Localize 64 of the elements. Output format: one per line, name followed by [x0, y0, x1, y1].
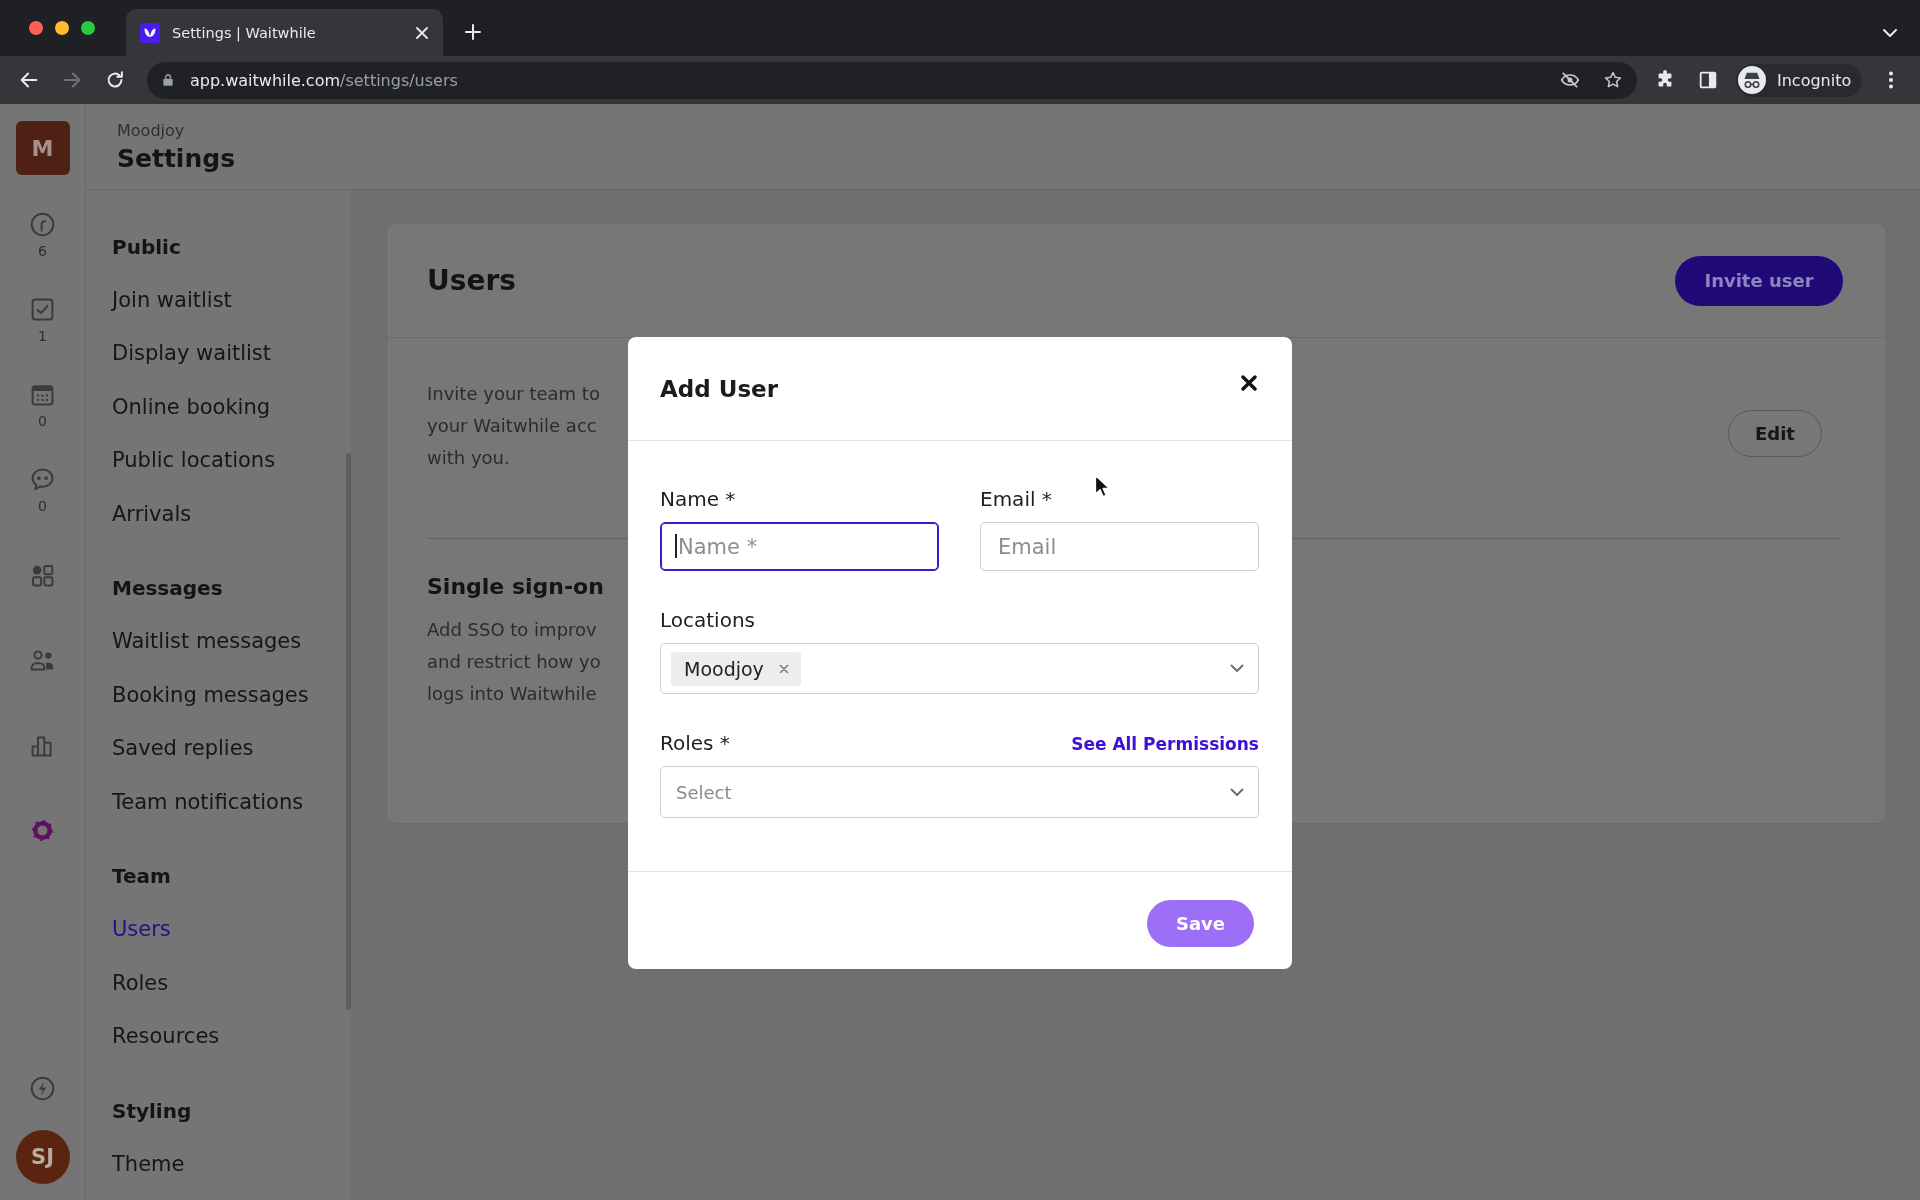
section-heading: Messages [112, 576, 223, 601]
settings-nav-item[interactable]: Online booking [112, 394, 271, 419]
window-minimize-icon[interactable] [55, 21, 69, 35]
logo-icon [140, 22, 160, 43]
section-heading: Team [112, 864, 171, 888]
clock-icon[interactable] [29, 211, 56, 238]
settings-nav-item[interactable]: Public locations [112, 448, 276, 473]
url-text: app.waitwhile.com/settings/users [190, 70, 458, 90]
grid-icon[interactable] [29, 562, 56, 589]
settings-nav-item[interactable]: Waitlist messages [112, 629, 302, 654]
settings-nav-item[interactable]: Users [112, 917, 171, 942]
settings-nav-item[interactable]: Roles [112, 970, 169, 995]
window-maximize-icon[interactable] [81, 21, 95, 35]
lightning-icon[interactable] [29, 1075, 56, 1102]
item-count: 1 [38, 327, 47, 345]
account-avatar[interactable]: M [15, 121, 70, 175]
section-heading: Styling [112, 1098, 192, 1123]
window-close-icon[interactable] [29, 21, 43, 35]
checkbox-icon[interactable] [29, 296, 56, 323]
item-count: 0 [38, 497, 47, 515]
side-panel-icon[interactable] [1697, 69, 1719, 91]
settings-nav-item[interactable]: Team notifications [112, 789, 304, 814]
star-icon[interactable] [1603, 70, 1623, 90]
selected-chip[interactable]: Moodjoy [671, 651, 801, 686]
field-label: Name * [660, 487, 736, 511]
item-count: 0 [38, 412, 47, 430]
dropdown-field[interactable]: Select [660, 766, 1259, 818]
lock-icon [161, 73, 175, 87]
settings-nav-item[interactable]: Booking messages [112, 682, 309, 707]
remove-icon[interactable] [778, 663, 789, 674]
settings-nav-item[interactable]: Saved replies [112, 736, 254, 761]
gear-icon[interactable] [29, 817, 56, 844]
modal-title: Add User [660, 375, 779, 402]
settings-nav-item[interactable]: Arrivals [112, 501, 192, 526]
incognito-icon [1738, 66, 1766, 94]
text-cursor-icon [675, 534, 677, 558]
invite-user-button[interactable]: Invite user [1675, 255, 1843, 306]
settings-nav-item[interactable]: Display waitlist [112, 341, 272, 366]
section-description: Invite your team to your Waitwhile acc with you. [427, 382, 600, 470]
chat-icon[interactable] [29, 466, 56, 493]
multi-select-field[interactable]: Moodjoy [660, 643, 1259, 694]
plus-icon[interactable] [465, 24, 481, 40]
section-description: Add SSO to improv and restrict how yo logs into Waitwhile [427, 618, 601, 706]
settings-nav-item[interactable]: Theme [112, 1151, 185, 1176]
profile-button[interactable]: Incognito [1736, 63, 1862, 97]
item-count: 6 [38, 242, 47, 260]
section-title: Single sign-on [427, 573, 604, 601]
card-title: Users [427, 264, 516, 297]
settings-nav-item[interactable]: Resources [112, 1024, 220, 1049]
field-label: Email * [980, 487, 1052, 511]
permissions-link[interactable]: See All Permissions [1071, 734, 1259, 754]
eye-slash-icon[interactable] [1560, 70, 1580, 90]
field-label: Locations [660, 608, 755, 632]
settings-nav-item[interactable]: Join waitlist [112, 288, 232, 313]
text-input-field[interactable]: Name * [660, 522, 939, 571]
user-avatar[interactable]: SJ [15, 1130, 70, 1184]
close-icon[interactable] [1241, 374, 1257, 391]
page-title: Settings [117, 144, 235, 174]
organization-name: Moodjoy [117, 122, 185, 140]
tab-title: Settings | Waitwhile [172, 24, 316, 41]
browser-tab[interactable]: Settings | Waitwhile [126, 9, 443, 56]
field-label: Roles * [660, 731, 730, 755]
section-heading: Public [112, 234, 181, 259]
address-bar[interactable]: app.waitwhile.com/settings/users [147, 61, 1637, 99]
